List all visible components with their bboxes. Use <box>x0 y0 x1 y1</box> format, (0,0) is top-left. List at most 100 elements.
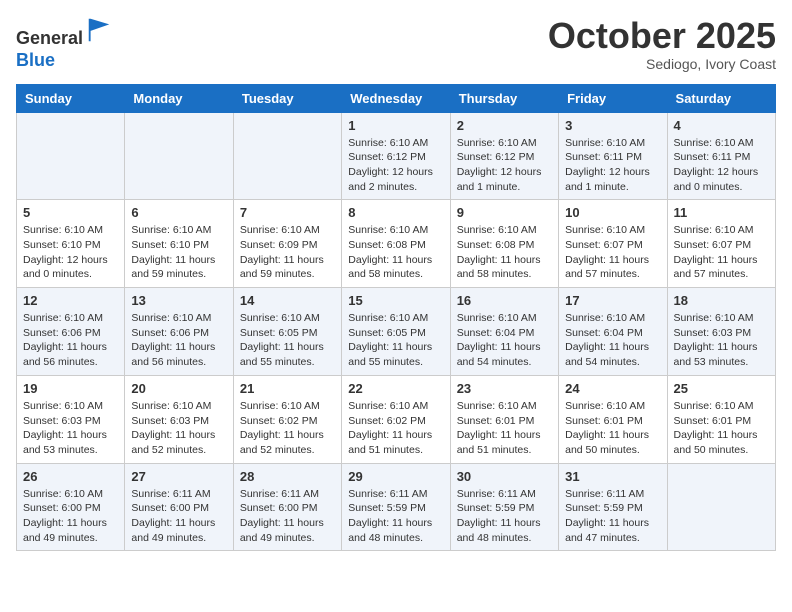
calendar-cell: 5 Sunrise: 6:10 AMSunset: 6:10 PMDaylight… <box>17 200 125 288</box>
calendar-cell: 17 Sunrise: 6:10 AMSunset: 6:04 PMDayligh… <box>559 288 667 376</box>
calendar-cell: 30 Sunrise: 6:11 AMSunset: 5:59 PMDayligh… <box>450 463 558 551</box>
day-number: 11 <box>674 205 769 220</box>
day-number: 28 <box>240 469 335 484</box>
logo: General Blue <box>16 16 113 71</box>
logo-general: General <box>16 28 83 48</box>
calendar-cell: 22Sunrise: 6:10 AMSunset: 6:02 PMDayligh… <box>342 375 450 463</box>
calendar-week-row: 1 Sunrise: 6:10 AMSunset: 6:12 PMDaylight… <box>17 112 776 200</box>
page-header: General Blue October 2025 Sediogo, Ivory… <box>16 16 776 72</box>
col-header-sunday: Sunday <box>17 84 125 112</box>
title-block: October 2025 Sediogo, Ivory Coast <box>548 16 776 72</box>
day-number: 30 <box>457 469 552 484</box>
calendar-cell: 1 Sunrise: 6:10 AMSunset: 6:12 PMDaylight… <box>342 112 450 200</box>
calendar-cell: 13Sunrise: 6:10 AMSunset: 6:06 PMDayligh… <box>125 288 233 376</box>
day-number: 24 <box>565 381 660 396</box>
day-number: 25 <box>674 381 769 396</box>
day-info: Sunrise: 6:11 AMSunset: 6:00 PMDaylight:… <box>240 487 335 546</box>
day-number: 7 <box>240 205 335 220</box>
calendar-header-row: SundayMondayTuesdayWednesdayThursdayFrid… <box>17 84 776 112</box>
day-number: 14 <box>240 293 335 308</box>
day-number: 1 <box>348 118 443 133</box>
day-info: Sunrise: 6:10 AMSunset: 6:05 PMDaylight:… <box>348 311 443 370</box>
day-number: 2 <box>457 118 552 133</box>
day-number: 16 <box>457 293 552 308</box>
day-info: Sunrise: 6:10 AMSunset: 6:09 PMDaylight:… <box>240 223 335 282</box>
day-number: 12 <box>23 293 118 308</box>
calendar-week-row: 19 Sunrise: 6:10 AMSunset: 6:03 PMDayligh… <box>17 375 776 463</box>
calendar-cell <box>17 112 125 200</box>
calendar-cell <box>667 463 775 551</box>
day-info: Sunrise: 6:10 AMSunset: 6:06 PMDaylight:… <box>131 311 226 370</box>
day-info: Sunrise: 6:10 AMSunset: 6:12 PMDaylight:… <box>348 136 443 195</box>
calendar-cell: 20Sunrise: 6:10 AMSunset: 6:03 PMDayligh… <box>125 375 233 463</box>
day-number: 29 <box>348 469 443 484</box>
calendar-week-row: 5 Sunrise: 6:10 AMSunset: 6:10 PMDaylight… <box>17 200 776 288</box>
col-header-monday: Monday <box>125 84 233 112</box>
calendar-week-row: 26Sunrise: 6:10 AMSunset: 6:00 PMDayligh… <box>17 463 776 551</box>
calendar-cell: 26Sunrise: 6:10 AMSunset: 6:00 PMDayligh… <box>17 463 125 551</box>
calendar-cell: 15 Sunrise: 6:10 AMSunset: 6:05 PMDayligh… <box>342 288 450 376</box>
calendar-cell: 9 Sunrise: 6:10 AMSunset: 6:08 PMDaylight… <box>450 200 558 288</box>
calendar-cell: 6 Sunrise: 6:10 AMSunset: 6:10 PMDaylight… <box>125 200 233 288</box>
calendar-cell: 2 Sunrise: 6:10 AMSunset: 6:12 PMDaylight… <box>450 112 558 200</box>
calendar-cell: 3Sunrise: 6:10 AMSunset: 6:11 PMDaylight… <box>559 112 667 200</box>
month-title: October 2025 <box>548 16 776 56</box>
day-info: Sunrise: 6:11 AMSunset: 5:59 PMDaylight:… <box>565 487 660 546</box>
day-info: Sunrise: 6:10 AMSunset: 6:08 PMDaylight:… <box>457 223 552 282</box>
col-header-tuesday: Tuesday <box>233 84 341 112</box>
calendar-cell: 4 Sunrise: 6:10 AMSunset: 6:11 PMDaylight… <box>667 112 775 200</box>
day-info: Sunrise: 6:10 AMSunset: 6:04 PMDaylight:… <box>565 311 660 370</box>
day-info: Sunrise: 6:10 AMSunset: 6:01 PMDaylight:… <box>674 399 769 458</box>
location: Sediogo, Ivory Coast <box>548 56 776 72</box>
day-number: 19 <box>23 381 118 396</box>
day-info: Sunrise: 6:10 AMSunset: 6:01 PMDaylight:… <box>565 399 660 458</box>
calendar-cell: 27Sunrise: 6:11 AMSunset: 6:00 PMDayligh… <box>125 463 233 551</box>
day-info: Sunrise: 6:10 AMSunset: 6:12 PMDaylight:… <box>457 136 552 195</box>
day-info: Sunrise: 6:10 AMSunset: 6:03 PMDaylight:… <box>23 399 118 458</box>
calendar-cell <box>125 112 233 200</box>
calendar-cell: 18Sunrise: 6:10 AMSunset: 6:03 PMDayligh… <box>667 288 775 376</box>
calendar-cell: 29 Sunrise: 6:11 AMSunset: 5:59 PMDayligh… <box>342 463 450 551</box>
day-info: Sunrise: 6:11 AMSunset: 5:59 PMDaylight:… <box>348 487 443 546</box>
day-number: 17 <box>565 293 660 308</box>
day-number: 5 <box>23 205 118 220</box>
col-header-saturday: Saturday <box>667 84 775 112</box>
calendar-cell: 21Sunrise: 6:10 AMSunset: 6:02 PMDayligh… <box>233 375 341 463</box>
calendar-cell: 14Sunrise: 6:10 AMSunset: 6:05 PMDayligh… <box>233 288 341 376</box>
calendar-cell: 31 Sunrise: 6:11 AMSunset: 5:59 PMDayligh… <box>559 463 667 551</box>
calendar-cell: 8Sunrise: 6:10 AMSunset: 6:08 PMDaylight… <box>342 200 450 288</box>
day-number: 10 <box>565 205 660 220</box>
day-number: 6 <box>131 205 226 220</box>
col-header-thursday: Thursday <box>450 84 558 112</box>
day-info: Sunrise: 6:10 AMSunset: 6:08 PMDaylight:… <box>348 223 443 282</box>
day-number: 9 <box>457 205 552 220</box>
day-number: 4 <box>674 118 769 133</box>
calendar-table: SundayMondayTuesdayWednesdayThursdayFrid… <box>16 84 776 552</box>
day-info: Sunrise: 6:11 AMSunset: 5:59 PMDaylight:… <box>457 487 552 546</box>
day-number: 18 <box>674 293 769 308</box>
day-number: 27 <box>131 469 226 484</box>
calendar-cell: 16 Sunrise: 6:10 AMSunset: 6:04 PMDayligh… <box>450 288 558 376</box>
logo-flag-icon <box>85 16 113 44</box>
col-header-wednesday: Wednesday <box>342 84 450 112</box>
calendar-cell: 10 Sunrise: 6:10 AMSunset: 6:07 PMDayligh… <box>559 200 667 288</box>
day-info: Sunrise: 6:10 AMSunset: 6:11 PMDaylight:… <box>674 136 769 195</box>
day-number: 20 <box>131 381 226 396</box>
day-info: Sunrise: 6:10 AMSunset: 6:01 PMDaylight:… <box>457 399 552 458</box>
day-info: Sunrise: 6:10 AMSunset: 6:10 PMDaylight:… <box>23 223 118 282</box>
day-info: Sunrise: 6:10 AMSunset: 6:04 PMDaylight:… <box>457 311 552 370</box>
day-info: Sunrise: 6:10 AMSunset: 6:10 PMDaylight:… <box>131 223 226 282</box>
day-number: 3 <box>565 118 660 133</box>
day-number: 15 <box>348 293 443 308</box>
day-info: Sunrise: 6:10 AMSunset: 6:07 PMDaylight:… <box>565 223 660 282</box>
day-number: 31 <box>565 469 660 484</box>
calendar-cell: 23 Sunrise: 6:10 AMSunset: 6:01 PMDayligh… <box>450 375 558 463</box>
day-number: 23 <box>457 381 552 396</box>
day-number: 21 <box>240 381 335 396</box>
calendar-cell <box>233 112 341 200</box>
day-info: Sunrise: 6:10 AMSunset: 6:07 PMDaylight:… <box>674 223 769 282</box>
logo-blue: Blue <box>16 50 55 70</box>
day-number: 22 <box>348 381 443 396</box>
calendar-week-row: 12 Sunrise: 6:10 AMSunset: 6:06 PMDayligh… <box>17 288 776 376</box>
calendar-cell: 24 Sunrise: 6:10 AMSunset: 6:01 PMDayligh… <box>559 375 667 463</box>
